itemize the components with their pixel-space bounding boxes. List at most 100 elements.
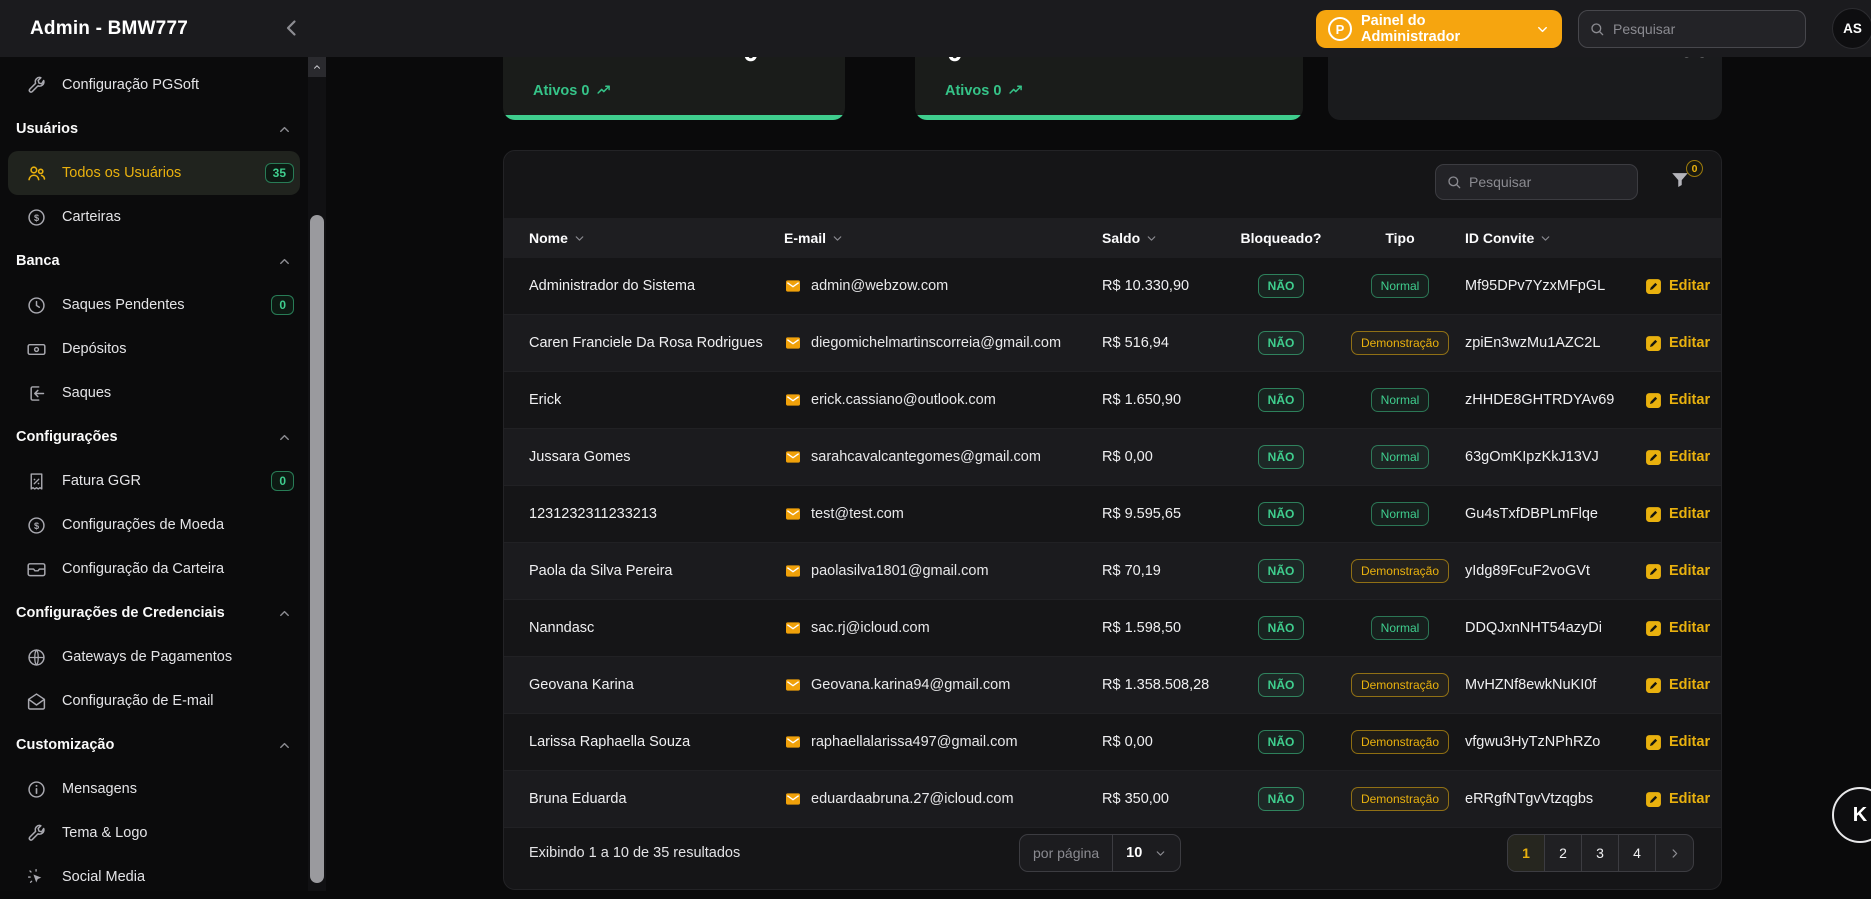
app-title: Admin - BMW777 — [30, 17, 188, 39]
stat-card-active-row: Ativos 0 — [945, 82, 1025, 99]
user-email: sac.rj@icloud.com — [811, 620, 930, 636]
ggr-invoice-badge: 0 — [271, 471, 294, 491]
user-name: Geovana Karina — [529, 677, 634, 693]
wrench-icon — [26, 823, 47, 844]
banknote-icon — [26, 339, 47, 360]
column-header-nome[interactable]: Nome — [529, 230, 784, 246]
table-row: 1231232311233213 test@test.com R$ 9.595,… — [504, 486, 1721, 543]
per-page-select[interactable]: por página 10 — [1019, 834, 1182, 872]
table-row: Erick erick.cassiano@outlook.com R$ 1.65… — [504, 372, 1721, 429]
blocked-badge: NÃO — [1257, 616, 1305, 640]
table-footer: Exibindo 1 a 10 de 35 resultados por pág… — [504, 828, 1721, 878]
mail-icon — [785, 507, 801, 521]
trend-up-icon — [1009, 85, 1023, 94]
user-balance: R$ 0,00 — [1102, 449, 1153, 465]
user-balance: R$ 1.650,90 — [1102, 392, 1182, 408]
scrollbar-up-arrow[interactable] — [308, 57, 326, 77]
receipt-percent-icon — [26, 471, 47, 492]
invite-id: Gu4sTxfDBPLmFlqe — [1465, 506, 1598, 522]
mail-icon — [785, 678, 801, 692]
sidebar-item-configuracao-de-email[interactable]: Configuração de E-mail — [0, 679, 308, 723]
column-header-saldo[interactable]: Saldo — [1102, 230, 1227, 246]
column-header-id-convite[interactable]: ID Convite — [1465, 230, 1645, 246]
user-balance: R$ 0,00 — [1102, 734, 1153, 750]
user-balance: R$ 70,19 — [1102, 563, 1161, 579]
type-badge: Normal — [1370, 274, 1430, 298]
sidebar-item-carteiras[interactable]: Carteiras — [0, 195, 308, 239]
filter-button[interactable]: 0 — [1669, 160, 1703, 195]
sidebar-item-gateways-de-pagamentos[interactable]: Gateways de Pagamentos — [0, 635, 308, 679]
sort-chevron-icon — [1147, 235, 1156, 241]
trend-up-icon — [597, 85, 611, 94]
admin-panel-button[interactable]: P Painel do Administrador — [1316, 10, 1562, 48]
sidebar-item-configuracoes-de-moeda[interactable]: Configurações de Moeda — [0, 503, 308, 547]
sidebar-section-usuarios[interactable]: Usuários — [0, 107, 308, 151]
mail-icon — [785, 792, 801, 806]
edit-button[interactable]: Editar — [1645, 791, 1721, 808]
global-search-input[interactable] — [1613, 21, 1795, 37]
user-email: Geovana.karina94@gmail.com — [811, 677, 1011, 693]
sidebar-section-customizacao[interactable]: Customização — [0, 723, 308, 767]
page-button-3[interactable]: 3 — [1582, 835, 1619, 871]
floating-action-button[interactable]: K — [1832, 787, 1871, 843]
sidebar-item-configuracao-da-carteira[interactable]: Configuração da Carteira — [0, 547, 308, 591]
edit-button[interactable]: Editar — [1645, 335, 1721, 352]
user-avatar[interactable]: AS — [1832, 8, 1871, 49]
sidebar-item-depositos[interactable]: Depósitos — [0, 327, 308, 371]
chevron-right-icon — [1672, 848, 1678, 858]
sidebar-item-saques-pendentes[interactable]: Saques Pendentes 0 — [0, 283, 308, 327]
edit-button[interactable]: Editar — [1645, 734, 1721, 751]
blocked-badge: NÃO — [1257, 274, 1305, 298]
blocked-badge: NÃO — [1257, 673, 1305, 697]
blocked-badge: NÃO — [1257, 445, 1305, 469]
page-button-1[interactable]: 1 — [1508, 835, 1545, 871]
edit-button[interactable]: Editar — [1645, 392, 1721, 409]
chevron-up-icon — [280, 434, 289, 440]
sidebar-item-mensagens[interactable]: Mensagens — [0, 767, 308, 811]
sidebar-section-configuracoes-de-credenciais[interactable]: Configurações de Credenciais — [0, 591, 308, 635]
next-page-button[interactable] — [1656, 835, 1693, 871]
sidebar-item-configuracao-pgsoft[interactable]: Configuração PGSoft — [0, 63, 308, 107]
invite-id: Mf95DPv7YzxMFpGL — [1465, 278, 1606, 294]
table-search-input[interactable] — [1469, 174, 1627, 190]
edit-button[interactable]: Editar — [1645, 677, 1721, 694]
scrollbar-thumb[interactable] — [310, 215, 324, 883]
chevron-up-icon — [280, 742, 289, 748]
edit-button[interactable]: Editar — [1645, 620, 1721, 637]
sidebar-item-fatura-ggr[interactable]: Fatura GGR 0 — [0, 459, 308, 503]
dollar-circle-icon — [26, 207, 47, 228]
user-balance: R$ 10.330,90 — [1102, 278, 1190, 294]
sidebar-item-todos-os-usuarios[interactable]: Todos os Usuários 35 — [8, 151, 300, 195]
user-balance: R$ 1.358.508,28 — [1102, 677, 1210, 693]
table-row: Jussara Gomes sarahcavalcantegomes@gmail… — [504, 429, 1721, 486]
edit-button[interactable]: Editar — [1645, 563, 1721, 580]
user-name: Paola da Silva Pereira — [529, 563, 673, 579]
results-summary: Exibindo 1 a 10 de 35 resultados — [529, 845, 741, 861]
sidebar-item-tema-logo[interactable]: Tema & Logo — [0, 811, 308, 855]
chevron-down-icon — [1538, 26, 1547, 32]
page-button-2[interactable]: 2 — [1545, 835, 1582, 871]
edit-button[interactable]: Editar — [1645, 449, 1721, 466]
sidebar-section-banca[interactable]: Banca — [0, 239, 308, 283]
blocked-badge: NÃO — [1257, 787, 1305, 811]
user-name: Administrador do Sistema — [529, 278, 696, 294]
blocked-badge: NÃO — [1257, 502, 1305, 526]
edit-button[interactable]: Editar — [1645, 506, 1721, 523]
edit-icon — [1646, 677, 1661, 693]
global-search-box — [1578, 10, 1806, 48]
edit-button[interactable]: Editar — [1645, 278, 1721, 295]
sidebar-collapse-button[interactable] — [280, 16, 306, 42]
sidebar-item-social-media[interactable]: Social Media — [0, 855, 308, 899]
type-badge: Demonstração — [1350, 673, 1450, 697]
mail-icon — [785, 336, 801, 350]
user-email: sarahcavalcantegomes@gmail.com — [811, 449, 1041, 465]
sidebar-item-saques[interactable]: Saques — [0, 371, 308, 415]
invite-id: DDQJxnNHT54azyDi — [1465, 620, 1602, 636]
column-header-email[interactable]: E-mail — [784, 230, 1102, 246]
user-name: Erick — [529, 392, 562, 408]
user-name: Larissa Raphaella Souza — [529, 734, 691, 750]
page-button-4[interactable]: 4 — [1619, 835, 1656, 871]
info-icon — [26, 779, 47, 800]
sidebar-section-configuracoes[interactable]: Configurações — [0, 415, 308, 459]
edit-icon — [1646, 563, 1661, 579]
